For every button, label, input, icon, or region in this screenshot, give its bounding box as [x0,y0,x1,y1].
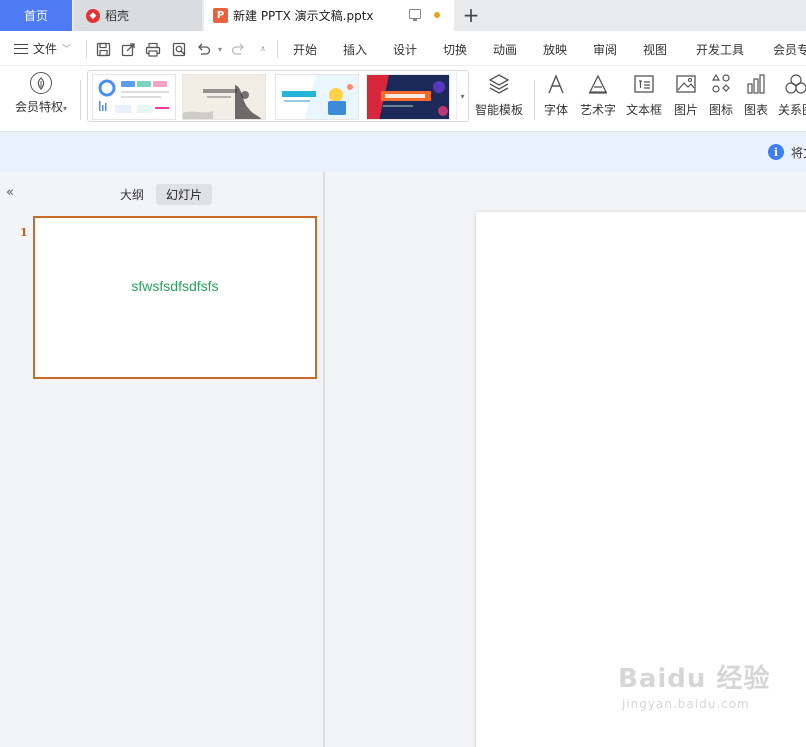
textbox-button[interactable]: 文本框 [626,72,662,118]
template-thumbnail-cartoon[interactable] [275,74,359,120]
tab-bar: 首页 ◆ 稻壳 P 新建 PPTX 演示文稿.pptx + [0,0,806,31]
file-menu-button[interactable]: 文件 ﹀ [14,40,71,57]
slide-thumbnail-text: sfwsfsdfsdfsfs [131,278,219,294]
vip-privileges-button[interactable]: 会员特权▾ [10,72,72,128]
template-thumbnail-dark[interactable] [366,74,450,120]
icon-button[interactable]: 图标 [709,72,733,118]
tab-home[interactable]: 首页 [0,0,72,31]
collapse-panel-icon[interactable]: « [6,185,14,200]
wordart-button[interactable]: 艺术字 [580,72,616,118]
slide-editing-canvas [325,172,806,747]
bar-chart-icon [744,72,768,96]
print-preview-icon[interactable] [171,41,187,57]
tab-home-label: 首页 [23,9,48,23]
icon-label: 图标 [709,103,734,117]
redo-icon[interactable] [230,41,246,57]
current-slide[interactable] [476,212,806,747]
tab-design[interactable]: 设计 [393,41,417,58]
chevron-down-icon: ﹀ [62,45,72,55]
divider [86,40,87,58]
tab-slideshow[interactable]: 放映 [543,41,567,58]
font-label: 字体 [544,103,569,117]
tab-document[interactable]: P 新建 PPTX 演示文稿.pptx [204,0,454,31]
textbox-label: 文本框 [626,103,663,117]
info-icon: i [768,144,784,160]
customize-toolbar-icon[interactable]: ⩡ [255,41,271,57]
template-thumbnail-dashboard[interactable] [92,74,176,120]
smart-template-label: 智能模板 [475,103,524,117]
tab-slides[interactable]: 幻灯片 [156,184,213,205]
tab-member[interactable]: 会员专 [773,41,806,58]
unsaved-dot-icon [434,12,440,18]
tab-daoke-label: 稻壳 [105,9,130,23]
vip-icon [30,72,52,94]
textbox-icon [632,72,656,96]
picture-label: 图片 [674,103,699,117]
relation-chart-button[interactable]: 关系图 [778,72,806,118]
tab-animation[interactable]: 动画 [493,41,517,58]
ribbon-toolbar: 会员特权▾ ▾ 智能模板 字体 艺术字 文本框 图片 图标 图表 关系 [0,66,806,132]
picture-icon [674,72,698,96]
font-button[interactable]: 字体 [544,72,568,118]
font-icon [544,72,568,96]
info-text: 将文 [791,146,806,160]
smart-template-button[interactable]: 智能模板 [475,72,523,118]
hamburger-icon [14,43,28,54]
new-tab-button[interactable]: + [460,3,482,27]
relation-label: 关系图 [778,103,806,117]
divider [80,80,81,120]
file-menu-label: 文件 [33,42,58,56]
tab-document-label: 新建 PPTX 演示文稿.pptx [233,9,374,23]
slide-thumbnail[interactable]: sfwsfsdfsdfsfs [33,216,317,379]
undo-icon[interactable] [195,41,211,57]
tab-start[interactable]: 开始 [293,41,317,58]
template-thumbnail-ink[interactable] [182,74,266,120]
relation-icon [784,72,806,96]
tab-developer[interactable]: 开发工具 [696,41,744,58]
tab-transition[interactable]: 切换 [443,41,467,58]
slide-number: 1 [20,226,28,239]
daoke-logo-icon: ◆ [86,8,100,23]
shapes-icon [709,72,733,96]
wordart-label: 艺术字 [580,103,617,117]
pptx-file-icon: P [213,8,228,23]
monitor-icon[interactable] [409,9,421,21]
undo-dropdown-icon[interactable]: ▾ [212,41,228,57]
gallery-more-icon[interactable]: ▾ [456,71,468,121]
chart-label: 图表 [744,103,769,117]
divider [534,80,535,120]
tab-view[interactable]: 视图 [643,41,667,58]
layers-icon [487,72,511,96]
tab-outline[interactable]: 大纲 [110,184,154,205]
picture-button[interactable]: 图片 [674,72,698,118]
slide-navigation-panel: « 大纲 幻灯片 1 sfwsfsdfsdfsfs [0,172,323,747]
chart-button[interactable]: 图表 [744,72,768,118]
tab-insert[interactable]: 插入 [343,41,367,58]
wordart-icon [586,72,610,96]
save-icon[interactable] [95,41,111,57]
info-bar: i 将文 [0,132,806,172]
tab-daoke[interactable]: ◆ 稻壳 [74,0,202,31]
export-icon[interactable] [120,41,136,57]
divider [277,40,278,58]
template-gallery[interactable]: ▾ [87,70,469,122]
menu-row: 文件 ﹀ ▾ ⩡ 开始 插入 设计 切换 动画 放映 审阅 视图 开发工具 会员… [0,31,806,66]
print-icon[interactable] [145,41,161,57]
vip-label: 会员特权▾ [14,100,68,114]
tab-review[interactable]: 审阅 [593,41,617,58]
